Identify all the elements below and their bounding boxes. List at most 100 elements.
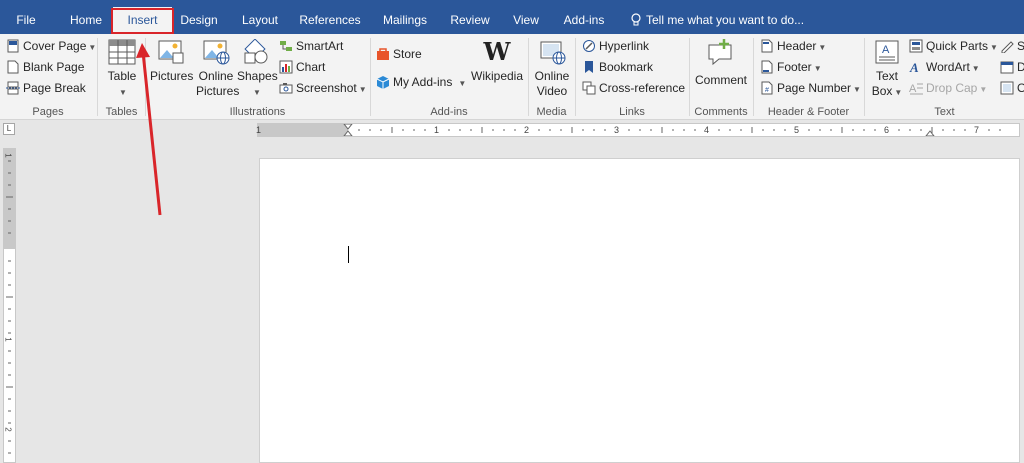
tab-design[interactable]: Design — [176, 7, 222, 34]
online-pictures-button[interactable]: Online Pictures — [196, 39, 240, 99]
smartart-label: SmartArt — [296, 39, 344, 53]
lightbulb-icon — [631, 13, 641, 26]
tab-references[interactable]: References — [296, 7, 364, 34]
bookmark-button[interactable]: Bookmark — [582, 57, 653, 77]
bookmark-icon — [585, 61, 593, 73]
signature-line-button[interactable]: S — [1000, 36, 1024, 56]
blank-page-label: Blank Page — [23, 60, 85, 74]
online-video-icon — [540, 41, 566, 65]
tab-review[interactable]: Review — [446, 7, 494, 34]
tab-home[interactable]: Home — [62, 7, 110, 34]
group-header-footer: Header ▼ Footer ▼ # Page Number ▼ Header & F… — [754, 34, 863, 120]
tab-selector[interactable]: L — [3, 123, 15, 135]
text-box-label-1: Text — [875, 69, 898, 83]
group-comments-label: Comments — [694, 106, 748, 118]
object-label: O — [1017, 81, 1024, 95]
screenshot-label: Screenshot — [296, 81, 357, 95]
object-button[interactable]: O — [1000, 78, 1024, 98]
group-media-label: Media — [536, 106, 567, 118]
hyperlink-button[interactable]: Hyperlink — [582, 36, 649, 56]
table-button[interactable]: Table ▼ — [103, 39, 141, 100]
my-addins-button[interactable]: My Add-ins ▼ — [376, 72, 466, 92]
smartart-button[interactable]: SmartArt — [279, 36, 343, 56]
tab-file[interactable]: File — [8, 7, 44, 34]
online-pictures-label-1: Online — [198, 69, 234, 83]
screenshot-button[interactable]: Screenshot ▼ — [279, 78, 367, 98]
group-tables-label: Tables — [105, 106, 138, 118]
drop-cap-button[interactable]: A Drop Cap ▼ — [909, 78, 987, 98]
cover-page-label: Cover Page — [23, 39, 87, 53]
online-pictures-label-2: Pictures — [196, 84, 240, 98]
wordart-icon: A — [909, 60, 919, 74]
date-time-button[interactable]: D — [1000, 57, 1024, 77]
table-icon — [108, 39, 136, 65]
page-number-button[interactable]: # Page Number ▼ — [760, 78, 861, 98]
tab-addins[interactable]: Add-ins — [558, 7, 610, 34]
svg-text:W: W — [483, 39, 511, 65]
comment-button[interactable]: Comment — [692, 39, 750, 88]
text-cursor — [348, 246, 349, 263]
ruler-ticks — [343, 124, 1001, 136]
wikipedia-label: Wikipedia — [471, 69, 524, 83]
tell-me-text: Tell me what you want to do... — [646, 13, 805, 27]
horizontal-ruler[interactable]: 1 1 2 3 4 5 6 7 — [256, 123, 1020, 137]
wordart-button[interactable]: A WordArt ▼ — [909, 57, 980, 77]
blank-page-button[interactable]: Blank Page — [6, 57, 84, 77]
footer-label: Footer — [777, 60, 812, 74]
pictures-button[interactable]: Pictures — [150, 39, 193, 84]
store-button[interactable]: Store — [376, 44, 422, 64]
ruler-number: 3 — [614, 125, 620, 135]
group-media: Online Video Media — [529, 34, 574, 120]
group-illustrations-label: Illustrations — [229, 106, 286, 118]
ribbon: Cover Page ▼ Blank Page Page Break Pages … — [0, 34, 1024, 120]
signature-line-label: S — [1017, 39, 1024, 53]
group-text: A Text Box ▼ Quick Parts ▼ A WordArt ▼ A Drop … — [865, 34, 1024, 120]
shapes-button[interactable]: Shapes ▼ — [237, 39, 278, 100]
tab-view[interactable]: View — [508, 7, 544, 34]
cross-reference-label: Cross-reference — [599, 81, 686, 95]
bookmark-label: Bookmark — [599, 60, 654, 74]
svg-text:A: A — [909, 60, 919, 74]
svg-text:A: A — [882, 44, 890, 56]
header-label: Header — [777, 39, 817, 53]
wikipedia-button[interactable]: W Wikipedia — [471, 39, 523, 84]
ruler-number: 2 — [524, 125, 530, 135]
group-addins: Store My Add-ins ▼ W Wikipedia Add-ins — [371, 34, 527, 120]
cross-reference-button[interactable]: Cross-reference — [582, 78, 685, 98]
ruler-number: 7 — [974, 125, 980, 135]
group-links: Hyperlink Bookmark Cross-reference Links — [576, 34, 688, 120]
cover-page-icon — [7, 39, 19, 53]
group-comments: Comment Comments — [690, 34, 752, 120]
my-addins-icon — [376, 76, 390, 89]
pictures-icon — [158, 40, 184, 64]
page-number-icon: # — [761, 81, 773, 95]
blank-page-icon — [7, 60, 19, 74]
store-label: Store — [393, 47, 422, 61]
text-box-icon: A — [875, 40, 899, 64]
text-box-button[interactable]: A Text Box ▼ — [869, 39, 905, 100]
header-button[interactable]: Header ▼ — [760, 36, 826, 56]
tell-me-search[interactable]: Tell me what you want to do... — [630, 7, 804, 34]
object-icon — [1000, 81, 1014, 95]
smartart-icon — [280, 41, 292, 51]
wordart-label: WordArt — [926, 60, 970, 74]
ruler-number: 4 — [704, 125, 710, 135]
online-video-button[interactable]: Online Video — [532, 39, 572, 99]
vertical-ruler[interactable]: 1 1 2 — [3, 148, 16, 463]
quick-parts-button[interactable]: Quick Parts ▼ — [909, 36, 998, 56]
table-label: Table — [107, 69, 137, 83]
cover-page-button[interactable]: Cover Page ▼ — [6, 36, 96, 56]
footer-icon — [761, 60, 773, 74]
tab-layout[interactable]: Layout — [236, 7, 284, 34]
svg-text:#: # — [765, 87, 769, 94]
vertical-ruler-number: 1 — [3, 337, 13, 342]
store-icon — [377, 48, 389, 60]
online-pictures-icon — [203, 40, 230, 65]
tab-mailings[interactable]: Mailings — [376, 7, 434, 34]
ruler-number: 5 — [794, 125, 800, 135]
document-page[interactable] — [259, 158, 1020, 463]
ruler-number: 1 — [256, 125, 262, 135]
chart-button[interactable]: Chart — [279, 57, 325, 77]
footer-button[interactable]: Footer ▼ — [760, 57, 822, 77]
page-break-button[interactable]: Page Break — [6, 78, 86, 98]
